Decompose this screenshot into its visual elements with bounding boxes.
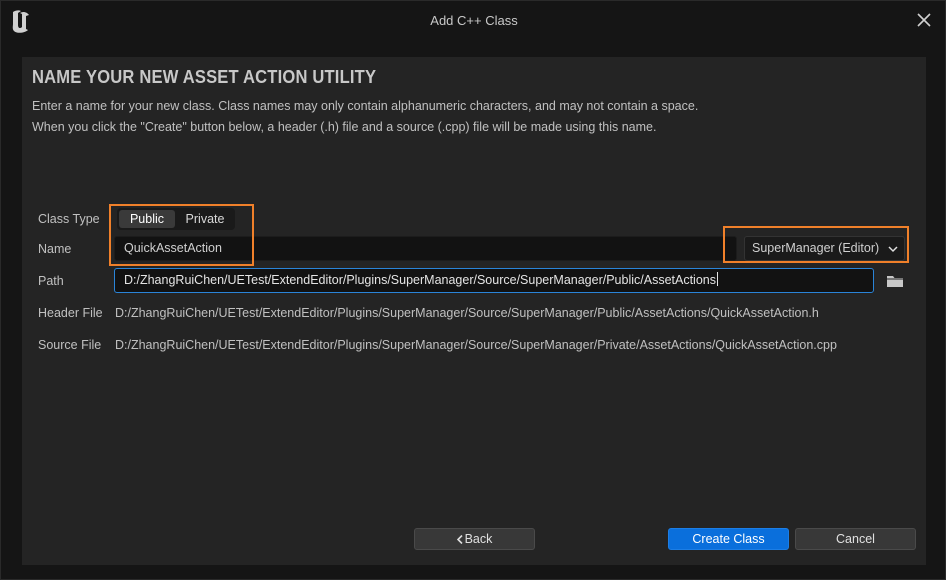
create-class-button[interactable]: Create Class <box>668 528 789 550</box>
back-button[interactable]: Back <box>414 528 535 550</box>
back-button-label: Back <box>464 532 493 546</box>
header-file-value: D:/ZhangRuiChen/UETest/ExtendEditor/Plug… <box>115 306 819 320</box>
module-dropdown[interactable]: SuperManager (Editor) <box>744 236 905 261</box>
text-caret <box>716 272 718 286</box>
description-line-2: When you click the "Create" button below… <box>32 120 657 134</box>
class-type-toggle: Public Private <box>117 208 235 230</box>
class-name-input[interactable]: QuickAssetAction <box>114 236 737 261</box>
class-type-label: Class Type <box>38 212 100 226</box>
name-label: Name <box>38 242 72 256</box>
source-file-value: D:/ZhangRuiChen/UETest/ExtendEditor/Plug… <box>115 338 837 352</box>
class-type-private-button[interactable]: Private <box>177 210 233 228</box>
class-type-public-button[interactable]: Public <box>119 210 175 228</box>
path-input-value: D:/ZhangRuiChen/UETest/ExtendEditor/Plug… <box>124 273 716 287</box>
chevron-down-icon <box>888 246 898 253</box>
page-title: NAME YOUR NEW ASSET ACTION UTILITY <box>32 67 377 87</box>
folder-icon[interactable] <box>886 274 904 288</box>
header-file-label: Header File <box>38 306 103 320</box>
title-bar: Add C++ Class <box>1 1 946 41</box>
add-class-dialog: Add C++ Class NAME YOUR NEW ASSET ACTION… <box>0 0 946 580</box>
path-input[interactable]: D:/ZhangRuiChen/UETest/ExtendEditor/Plug… <box>114 268 874 293</box>
path-label: Path <box>38 274 64 288</box>
chevron-left-icon <box>456 535 463 544</box>
close-icon[interactable] <box>915 11 933 29</box>
module-dropdown-value: SuperManager (Editor) <box>752 241 880 255</box>
content-panel: NAME YOUR NEW ASSET ACTION UTILITY Enter… <box>22 57 926 565</box>
source-file-label: Source File <box>38 338 102 352</box>
description-line-1: Enter a name for your new class. Class n… <box>32 99 699 113</box>
cancel-button[interactable]: Cancel <box>795 528 916 550</box>
window-title: Add C++ Class <box>430 13 518 28</box>
